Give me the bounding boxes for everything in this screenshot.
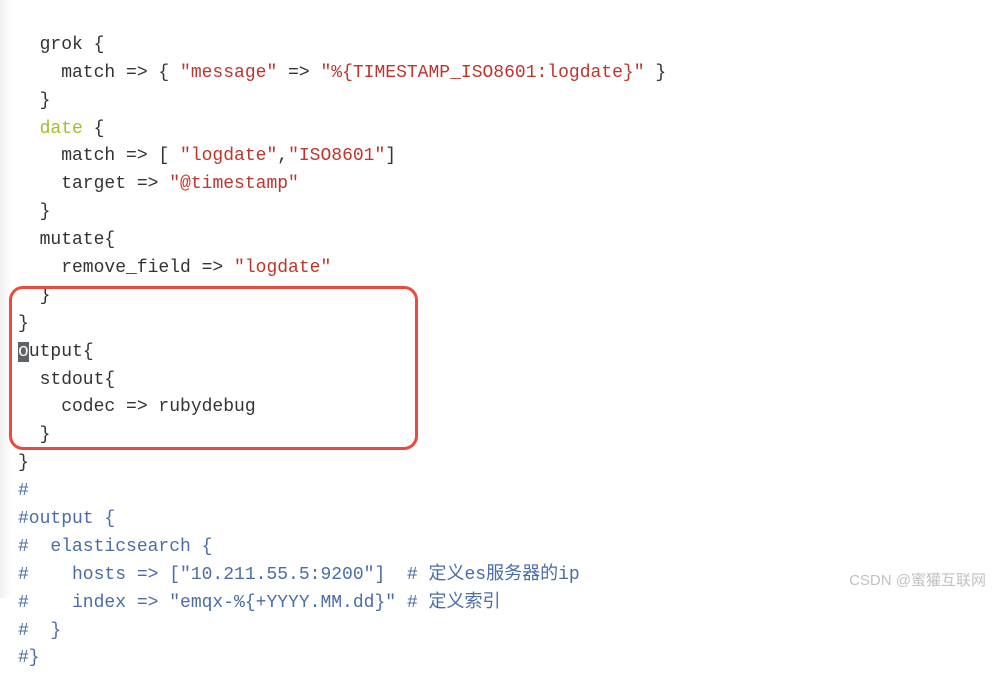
- code-line: date {: [18, 119, 104, 139]
- watermark: CSDN @蜜獾互联网: [849, 569, 986, 592]
- code-line: # index => "emqx-%{+YYYY.MM.dd}" # 定义索引: [18, 593, 500, 613]
- code-line: stdout{: [18, 370, 115, 390]
- left-shadow: [0, 0, 12, 598]
- code-line: #output {: [18, 509, 115, 529]
- code-line: remove_field => "logdate": [18, 258, 331, 278]
- code-line: mutate{: [18, 230, 115, 250]
- code-line: output{: [18, 342, 94, 362]
- cursor-position: o: [18, 342, 29, 362]
- code-line: #: [18, 481, 29, 501]
- code-line: # elasticsearch {: [18, 537, 212, 557]
- code-line: codec => rubydebug: [18, 397, 256, 417]
- code-line: }: [18, 425, 50, 445]
- code-line: # }: [18, 621, 61, 641]
- code-line: }: [18, 202, 50, 222]
- code-line: target => "@timestamp": [18, 174, 299, 194]
- code-line: }: [18, 91, 50, 111]
- code-line: }: [18, 453, 29, 473]
- code-line: }: [18, 286, 50, 306]
- code-line: grok {: [18, 35, 104, 55]
- code-line: # hosts => ["10.211.55.5:9200"] # 定义es服务…: [18, 565, 580, 585]
- code-line: #}: [18, 648, 40, 668]
- code-line: match => [ "logdate","ISO8601"]: [18, 146, 396, 166]
- code-line: }: [18, 314, 29, 334]
- code-line: match => { "message" => "%{TIMESTAMP_ISO…: [18, 63, 666, 83]
